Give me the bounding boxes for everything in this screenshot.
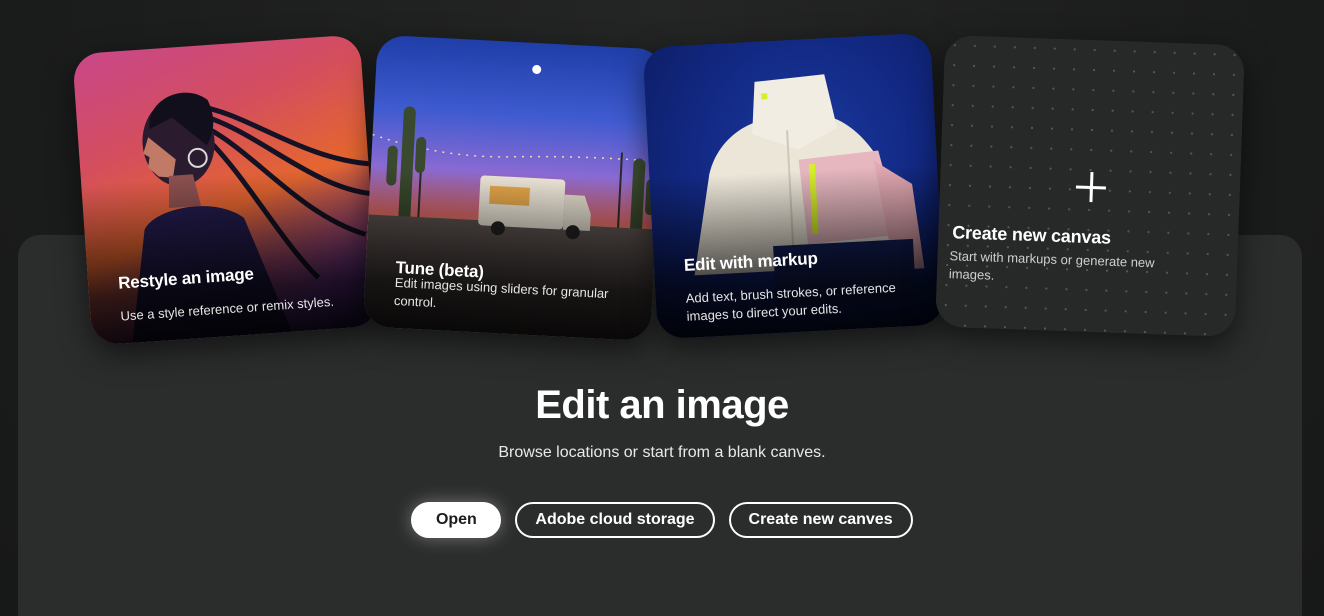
plus-icon[interactable] [1075, 172, 1106, 203]
create-new-canvas-button[interactable]: Create new canves [728, 502, 913, 538]
edit-with-markup-card[interactable]: Edit with markup Add text, brush strokes… [642, 32, 946, 340]
card-description: Start with markups or generate new image… [948, 248, 1155, 283]
edit-image-screen: Restyle an image Use a style reference o… [0, 0, 1324, 616]
open-button[interactable]: Open [411, 502, 502, 538]
tune-beta-card[interactable]: Tune (beta) Edit images using sliders fo… [362, 34, 666, 342]
adobe-cloud-storage-button[interactable]: Adobe cloud storage [515, 502, 715, 538]
restyle-image-card[interactable]: Restyle an image Use a style reference o… [72, 34, 380, 346]
card-title: Create new canvas [951, 222, 1112, 248]
create-new-canvas-card[interactable]: Create new canvas Start with markups or … [934, 34, 1246, 338]
page-subtitle: Browse locations or start from a blank c… [498, 444, 826, 461]
page-title: Edit an image [535, 383, 789, 427]
action-buttons: Open Adobe cloud storage Create new canv… [0, 502, 1324, 538]
